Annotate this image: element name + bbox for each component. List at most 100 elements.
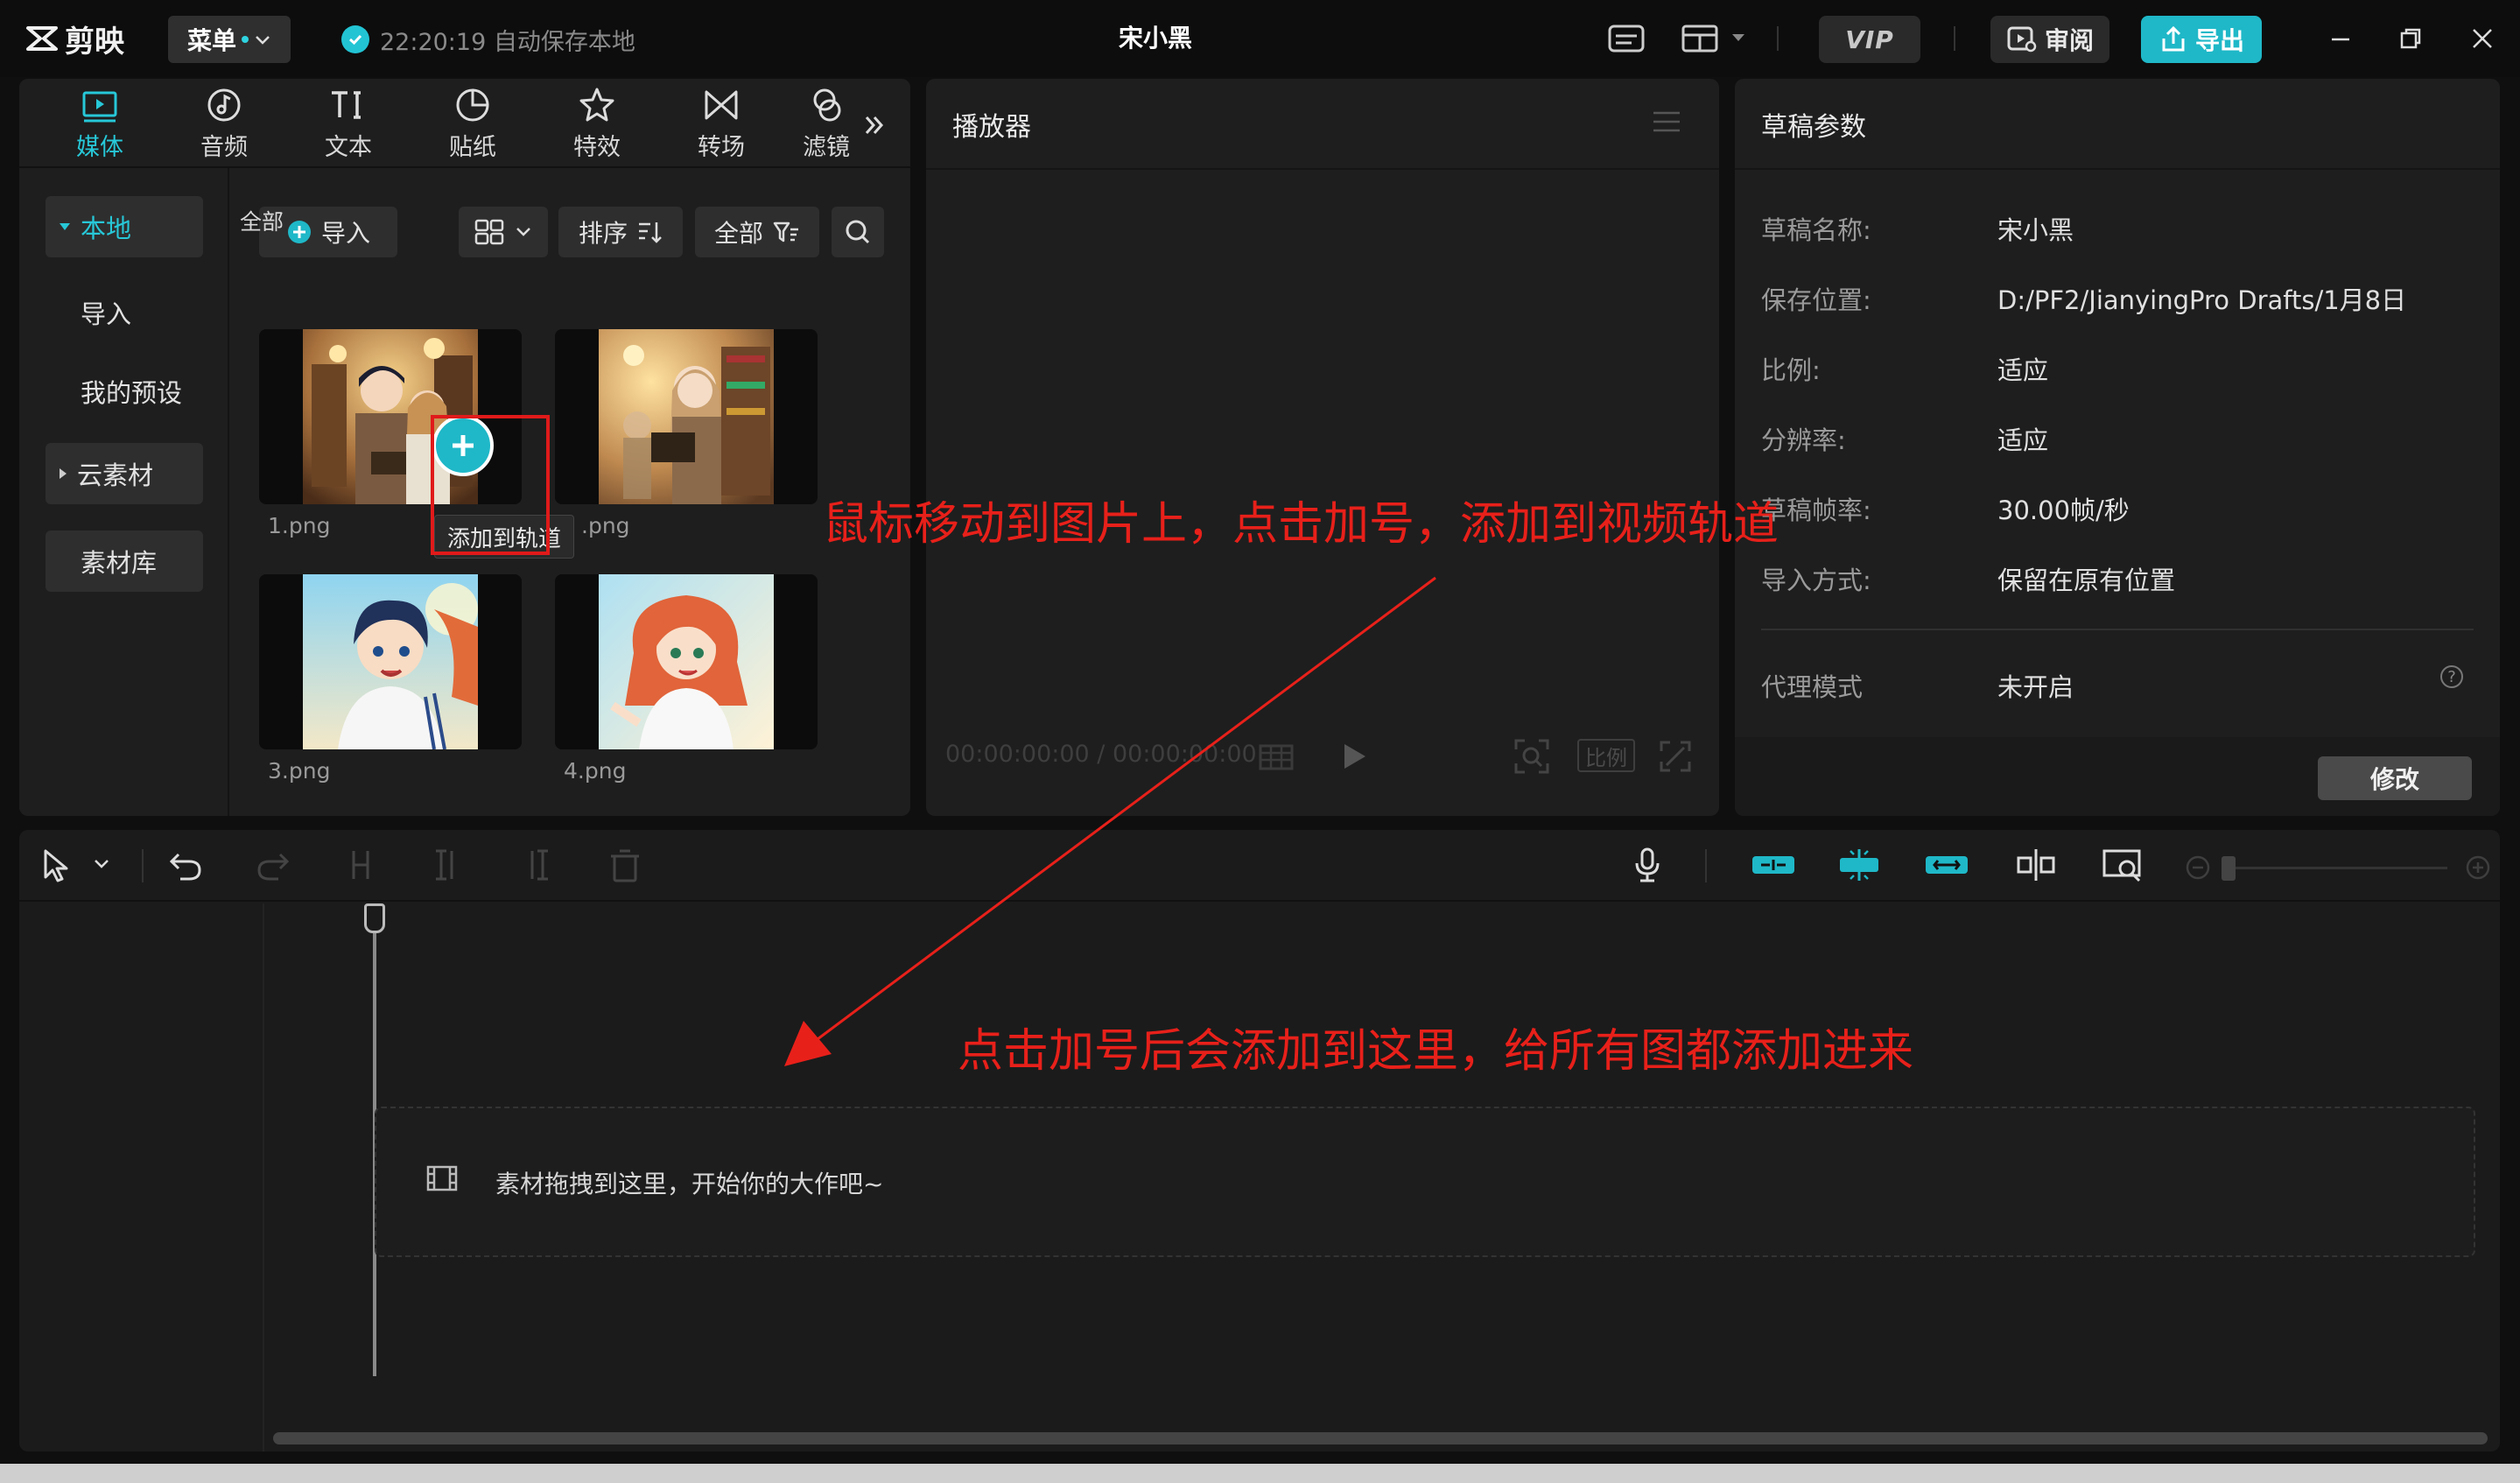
waveform-icon[interactable] xyxy=(1257,737,1295,776)
sidebar-item-import[interactable]: 导入 xyxy=(46,282,203,343)
restore-icon[interactable] xyxy=(2397,25,2425,53)
grid-view-icon xyxy=(474,219,504,245)
media-section-label: 全部 xyxy=(240,209,284,235)
layout-icon[interactable] xyxy=(1681,23,1719,54)
media-thumbnail[interactable] xyxy=(555,329,818,504)
media-filename: 3.png xyxy=(268,758,331,784)
timeline-toolbar xyxy=(19,830,2500,902)
tab-text[interactable]: 文本 xyxy=(296,86,401,165)
upload-icon xyxy=(2162,25,2185,52)
undo-icon[interactable] xyxy=(166,846,205,884)
ratio-button[interactable]: 比例 xyxy=(1577,739,1635,772)
microphone-icon[interactable] xyxy=(1628,846,1667,884)
zoom-fit-icon[interactable] xyxy=(1513,737,1551,776)
modify-button[interactable]: 修改 xyxy=(2318,756,2472,800)
player-title: 播放器 xyxy=(952,112,1031,143)
param-value: 适应 xyxy=(1997,425,2049,455)
minimize-icon[interactable] xyxy=(2327,25,2355,53)
zoom-slider-track[interactable] xyxy=(2229,867,2447,869)
trim-right-icon[interactable] xyxy=(516,846,555,884)
filter-icon xyxy=(813,88,841,122)
play-icon[interactable] xyxy=(1334,737,1372,776)
tab-effects[interactable]: 特效 xyxy=(544,86,649,165)
vip-button[interactable]: VIP xyxy=(1819,16,1920,63)
sort-label: 排序 xyxy=(578,219,628,248)
divider xyxy=(142,849,144,882)
track-header-column xyxy=(19,903,264,1451)
sidebar-item-label: 我的预设 xyxy=(81,378,183,408)
view-toggle-button[interactable] xyxy=(459,207,548,257)
subtitle-icon[interactable] xyxy=(1607,23,1646,54)
linkage-icon[interactable] xyxy=(1922,846,1971,884)
sidebar-item-label: 素材库 xyxy=(81,548,158,578)
tab-label: 媒体 xyxy=(76,134,123,161)
params-title: 草稿参数 xyxy=(1761,112,1866,143)
player-panel: 播放器 00:00:00:00 / 00:00:00:00 比例 xyxy=(926,79,1719,816)
fullscreen-icon[interactable] xyxy=(1656,737,1695,776)
timeline-scrollbar[interactable] xyxy=(273,1432,2488,1444)
media-icon xyxy=(82,91,117,123)
export-button[interactable]: 导出 xyxy=(2141,16,2262,63)
tab-media[interactable]: 媒体 xyxy=(47,86,152,165)
playhead-handle[interactable] xyxy=(364,903,385,933)
menu-button[interactable]: 菜单 xyxy=(168,16,291,63)
tab-label: 音频 xyxy=(200,134,248,161)
layout-dropdown-icon[interactable] xyxy=(1730,32,1747,44)
tab-transition[interactable]: 转场 xyxy=(669,86,774,165)
media-thumbnail[interactable] xyxy=(259,574,522,749)
effects-icon xyxy=(579,88,614,122)
review-button[interactable]: 审阅 xyxy=(1990,16,2109,63)
tab-label: 转场 xyxy=(698,134,745,161)
sidebar-item-local[interactable]: 本地 xyxy=(46,196,203,257)
media-thumbnail[interactable] xyxy=(555,574,818,749)
media-filename: .png xyxy=(581,513,630,538)
trim-left-icon[interactable] xyxy=(429,846,467,884)
zoom-timeline-icon[interactable] xyxy=(2101,846,2146,884)
chevron-down-icon[interactable] xyxy=(93,858,110,870)
player-header xyxy=(926,79,1719,170)
divider xyxy=(1777,26,1779,51)
zoom-out-icon[interactable] xyxy=(2185,854,2211,881)
menu-lines-icon[interactable] xyxy=(1651,109,1682,135)
param-value: 适应 xyxy=(1997,355,2049,385)
tab-filter[interactable]: 滤镜 xyxy=(793,86,860,165)
search-icon xyxy=(846,220,870,244)
caret-right-icon xyxy=(60,468,67,479)
tab-sticker[interactable]: 贴纸 xyxy=(420,86,525,165)
autosave-status: 22:20:19 自动保存本地 xyxy=(341,21,635,58)
zoom-slider-handle[interactable] xyxy=(2222,856,2236,881)
sort-button[interactable]: 排序 xyxy=(558,207,683,257)
tab-audio[interactable]: 音频 xyxy=(172,86,277,165)
close-icon[interactable] xyxy=(2468,25,2496,53)
main-track-magnet-icon[interactable] xyxy=(1749,846,1798,884)
filter-button[interactable]: 全部 xyxy=(695,207,819,257)
redo-icon[interactable] xyxy=(254,846,292,884)
sidebar-item-label: 导入 xyxy=(81,299,132,329)
sidebar-item-library[interactable]: 素材库 xyxy=(46,531,203,592)
auto-snap-icon[interactable] xyxy=(1835,846,1884,884)
anime-boy-image xyxy=(303,574,478,749)
split-icon[interactable] xyxy=(341,846,380,884)
annotation-top: 鼠标移动到图片上，点击加号，添加到视频轨道 xyxy=(823,498,1779,551)
drop-hint: 素材拖拽到这里，开始你的大作吧~ xyxy=(495,1170,884,1198)
media-filename: 4.png xyxy=(564,758,627,784)
help-icon[interactable]: ? xyxy=(2440,665,2463,688)
sidebar-item-cloud[interactable]: 云素材 xyxy=(46,443,203,504)
param-value: 保留在原有位置 xyxy=(1997,566,2176,595)
jianying-logo-icon xyxy=(26,26,58,51)
sidebar-item-presets[interactable]: 我的预设 xyxy=(46,361,203,422)
proxy-value: 未开启 xyxy=(1997,672,2074,702)
cursor-icon[interactable] xyxy=(37,846,75,884)
param-label: 草稿名称: xyxy=(1761,215,1871,245)
preview-axis-icon[interactable] xyxy=(2013,846,2059,884)
zoom-in-icon[interactable] xyxy=(2465,854,2491,881)
tab-label: 特效 xyxy=(573,134,621,161)
window-bottom-edge xyxy=(0,1464,2520,1483)
funnel-icon xyxy=(773,221,798,242)
chevrons-right-icon[interactable] xyxy=(861,112,888,138)
film-icon xyxy=(426,1165,458,1191)
anime-girl-image xyxy=(599,574,774,749)
search-button[interactable] xyxy=(832,207,884,257)
delete-icon[interactable] xyxy=(606,846,644,884)
annotation-bottom: 点击加号后会添加到这里，给所有图都添加进来 xyxy=(958,1025,1914,1078)
